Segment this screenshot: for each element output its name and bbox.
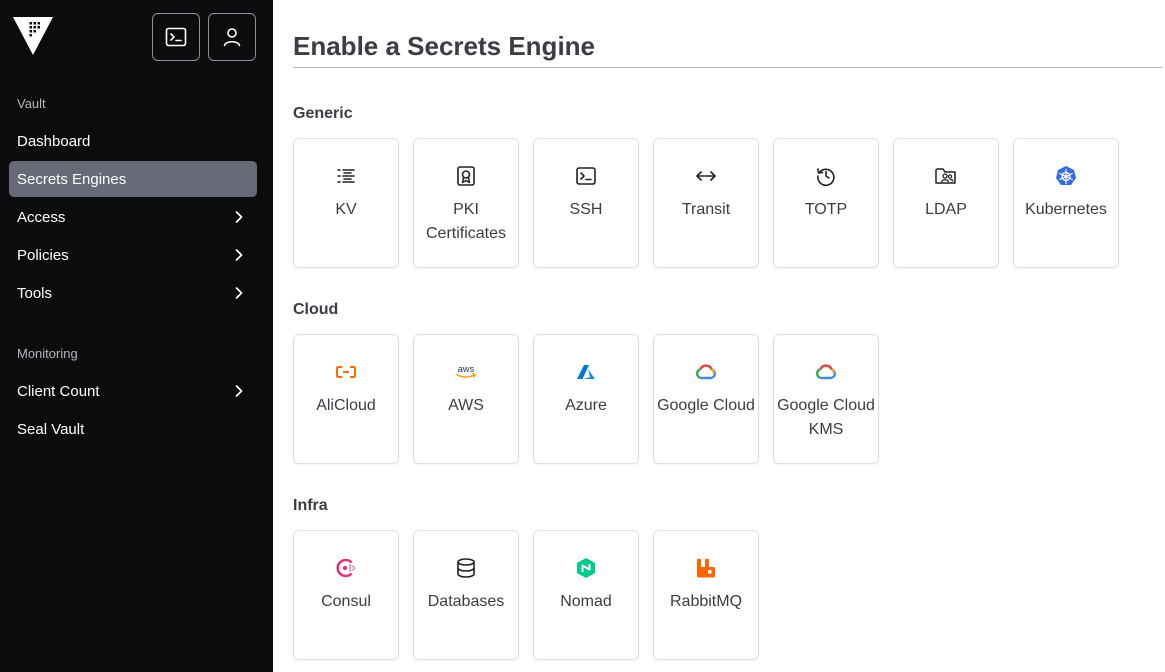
engine-label: Databases (427, 593, 505, 610)
engine-card-databases[interactable]: Databases (413, 530, 519, 660)
history-icon (814, 164, 838, 188)
engine-label: Transit (681, 201, 731, 218)
alicloud-icon (334, 360, 358, 384)
terminal-icon (574, 164, 598, 188)
nav-item-dashboard[interactable]: Dashboard (9, 123, 257, 159)
certificate-icon (454, 164, 478, 188)
engine-label: Google Cloud (657, 397, 755, 414)
google-cloud-icon (814, 360, 838, 384)
nav-item-policies[interactable]: Policies (9, 237, 257, 273)
swap-arrows-icon (694, 164, 718, 188)
aws-icon: aws (454, 360, 478, 384)
engine-card-consul[interactable]: Consul (293, 530, 399, 660)
nav-item-secrets-engines[interactable]: Secrets Engines (9, 161, 257, 197)
page-title: Enable a Secrets Engine (293, 31, 596, 61)
main-content: Enable a Secrets Engine Generic KV PKI C… (273, 0, 1165, 672)
kubernetes-icon (1054, 164, 1078, 188)
nav-item-label: Dashboard (17, 132, 91, 150)
engine-label: RabbitMQ (669, 593, 743, 610)
engine-label: Consul (321, 593, 371, 610)
user-icon (223, 28, 241, 47)
engine-label: SSH (569, 201, 603, 218)
folder-users-icon (934, 164, 958, 188)
terminal-icon (165, 27, 187, 47)
database-icon (454, 556, 478, 580)
engine-card-kv[interactable]: KV (293, 138, 399, 268)
chevron-right-icon (235, 385, 243, 397)
engine-label: KV (335, 201, 357, 218)
vault-logo-icon[interactable] (13, 17, 53, 55)
engine-label: Google Cloud KMS (777, 397, 875, 438)
rabbitmq-icon (694, 556, 718, 580)
engine-card-pki-certificates[interactable]: PKI Certificates (413, 138, 519, 268)
engine-label: Azure (565, 397, 607, 414)
nav-item-client-count[interactable]: Client Count (9, 373, 257, 409)
nav-item-label: Client Count (17, 382, 100, 400)
engine-card-ssh[interactable]: SSH (533, 138, 639, 268)
engine-card-azure[interactable]: Azure (533, 334, 639, 464)
nav-section-monitoring: Monitoring (17, 346, 78, 361)
console-button[interactable] (152, 13, 200, 61)
svg-text:aws: aws (458, 364, 475, 374)
nav-item-access[interactable]: Access (9, 199, 257, 235)
title-divider (293, 67, 1162, 68)
engine-label: Kubernetes (1025, 201, 1107, 218)
list-icon (334, 164, 358, 188)
sidebar: Vault Dashboard Secrets Engines Access P… (0, 0, 273, 672)
user-menu-button[interactable] (208, 13, 256, 61)
engine-label: PKI Certificates (425, 201, 507, 242)
engine-card-google-cloud-kms[interactable]: Google Cloud KMS (773, 334, 879, 464)
nav-section-vault: Vault (17, 96, 46, 111)
consul-icon (334, 556, 358, 580)
engine-label: AliCloud (316, 397, 376, 414)
nav-item-label: Policies (17, 246, 69, 264)
chevron-right-icon (235, 287, 243, 299)
nav-item-label: Access (17, 208, 66, 226)
nav-item-tools[interactable]: Tools (9, 275, 257, 311)
engine-card-ldap[interactable]: LDAP (893, 138, 999, 268)
engine-label: LDAP (925, 201, 967, 218)
nav-item-label: Seal Vault (17, 420, 85, 438)
engine-card-kubernetes[interactable]: Kubernetes (1013, 138, 1119, 268)
nomad-icon (574, 556, 598, 580)
engine-card-google-cloud[interactable]: Google Cloud (653, 334, 759, 464)
nav-item-label: Tools (17, 284, 53, 302)
group-label-generic: Generic (293, 105, 353, 122)
engine-card-totp[interactable]: TOTP (773, 138, 879, 268)
engine-card-rabbitmq[interactable]: RabbitMQ (653, 530, 759, 660)
engine-card-transit[interactable]: Transit (653, 138, 759, 268)
engine-label: AWS (448, 397, 484, 414)
engine-card-alicloud[interactable]: AliCloud (293, 334, 399, 464)
google-cloud-icon (694, 360, 718, 384)
engine-card-aws[interactable]: aws AWS (413, 334, 519, 464)
engine-label: TOTP (804, 201, 848, 218)
group-label-infra: Infra (293, 497, 328, 514)
chevron-right-icon (235, 249, 243, 261)
azure-icon (574, 360, 598, 384)
engine-label: Nomad (560, 593, 612, 610)
nav-item-label: Secrets Engines (17, 170, 127, 188)
group-label-cloud: Cloud (293, 301, 339, 318)
nav-item-seal-vault[interactable]: Seal Vault (9, 411, 257, 447)
engine-card-nomad[interactable]: Nomad (533, 530, 639, 660)
chevron-right-icon (235, 211, 243, 223)
